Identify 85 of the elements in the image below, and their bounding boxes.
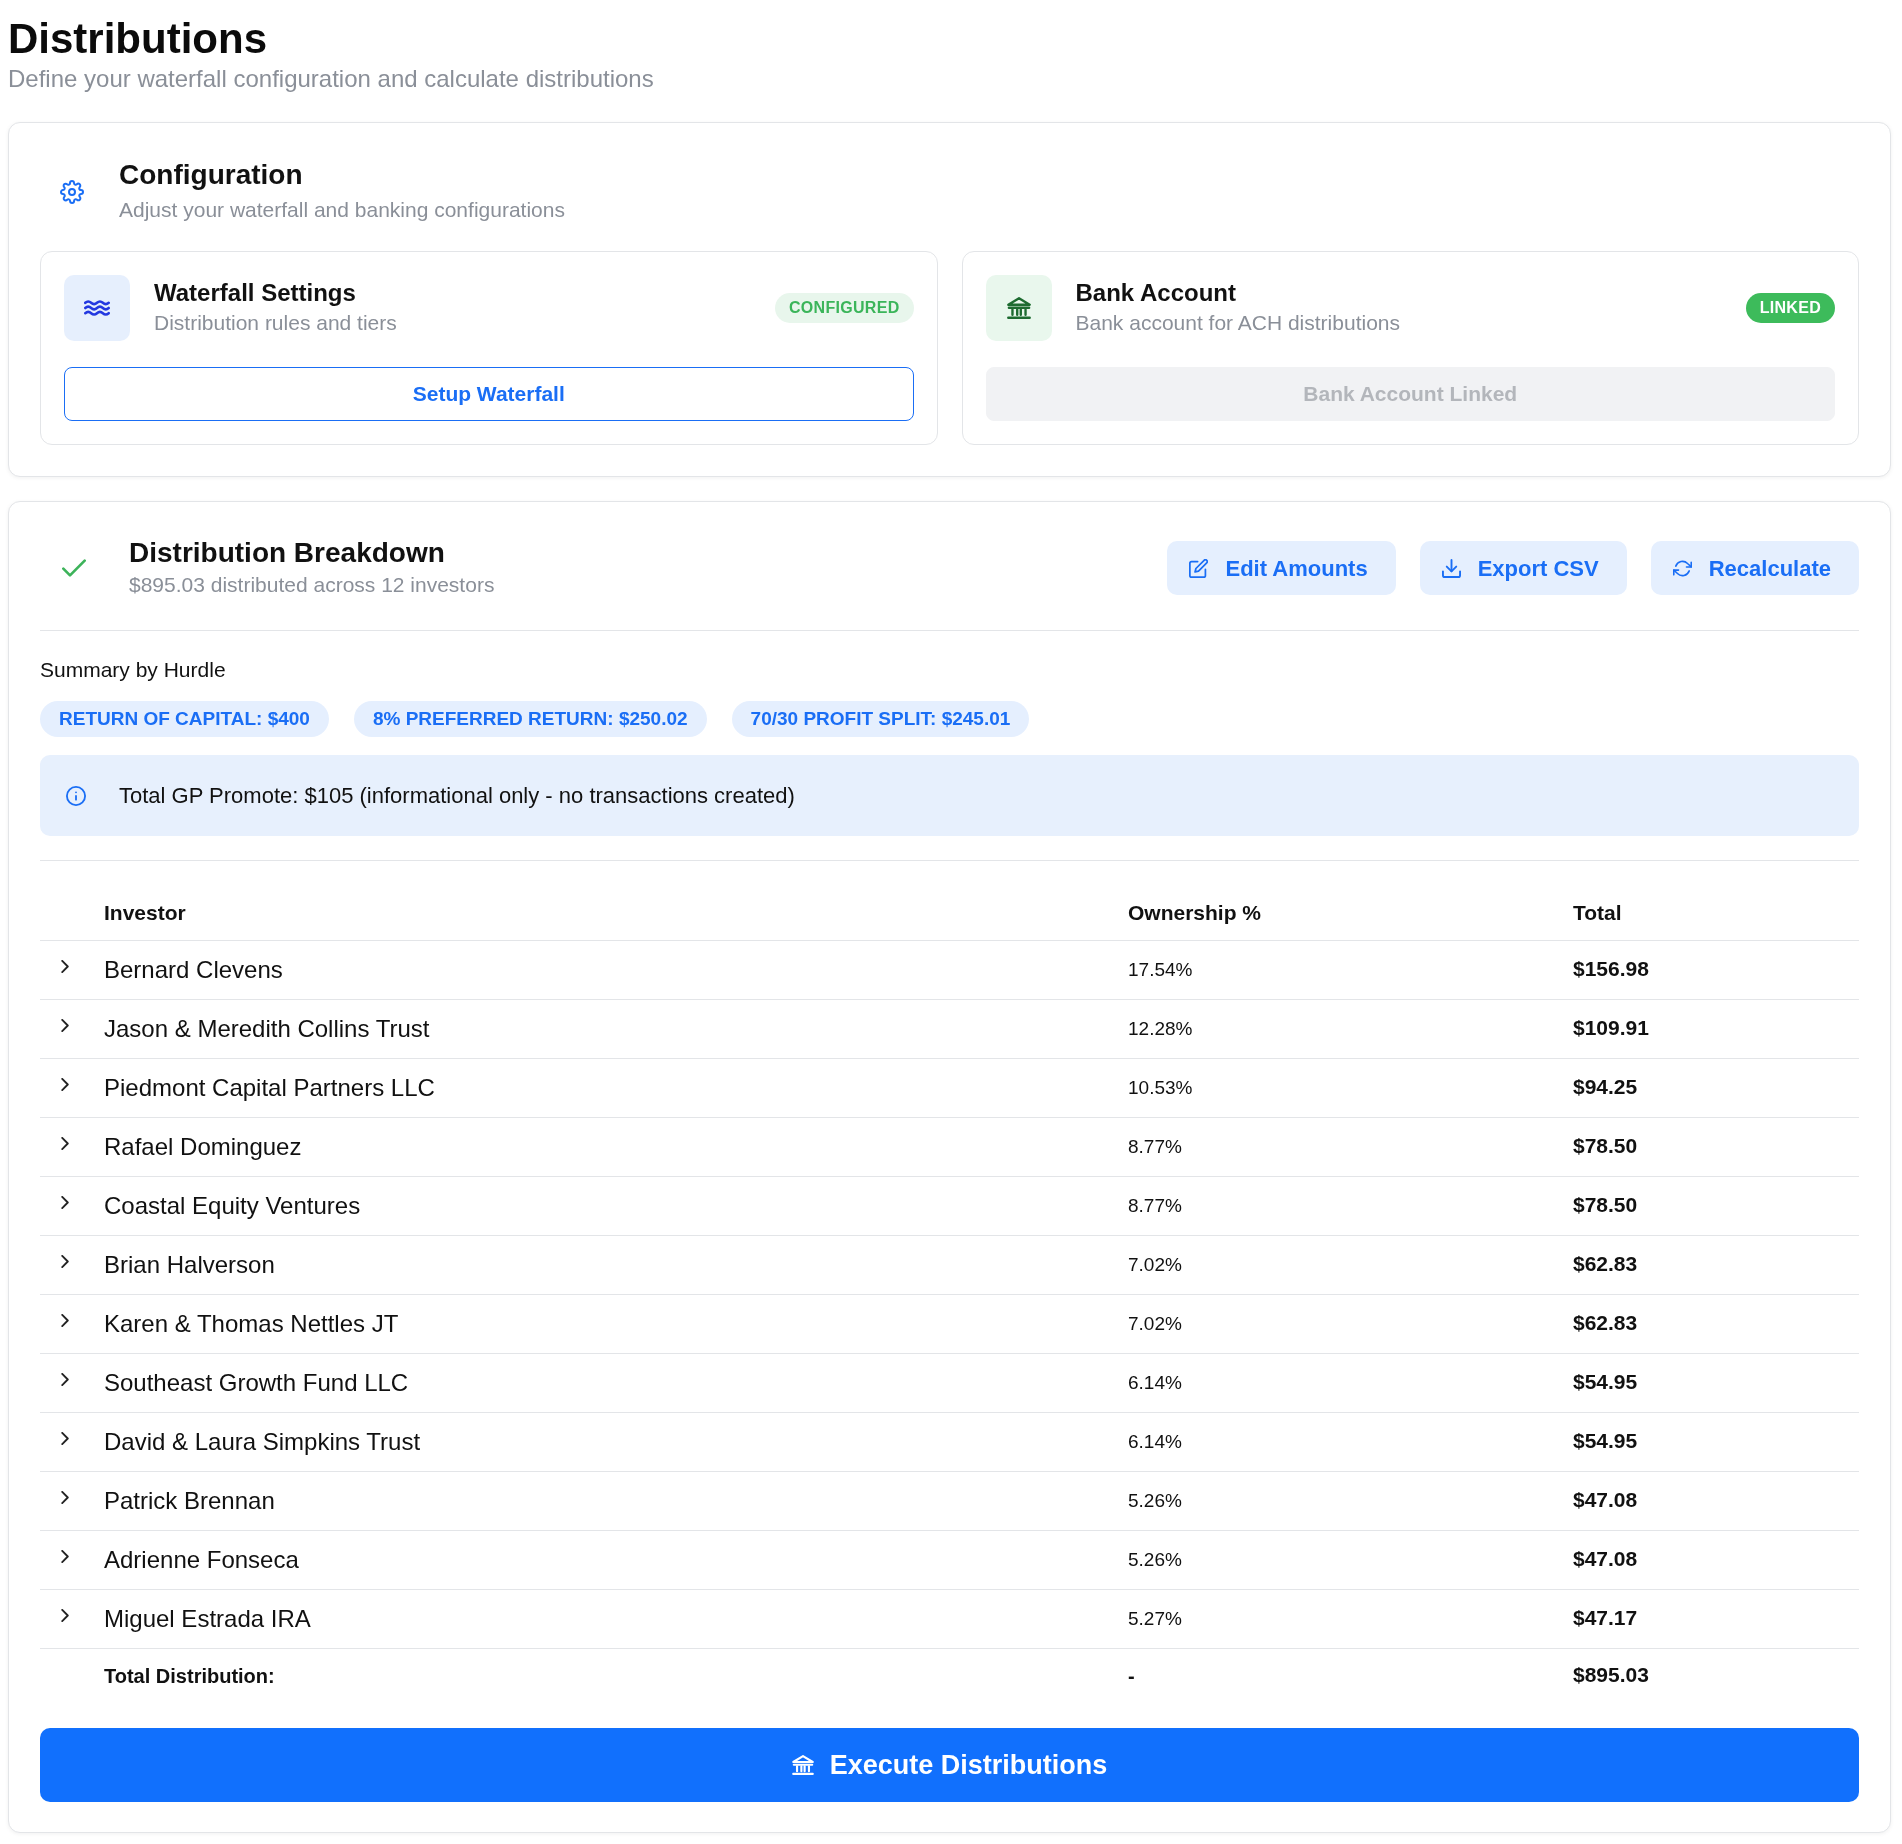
investor-name: Southeast Growth Fund LLC [104,1368,409,1396]
total-amount: $62.83 [1573,1311,1638,1334]
total-amount: $78.50 [1573,1134,1638,1157]
total-amount: $109.91 [1573,1016,1649,1039]
bank-icon [791,1755,814,1775]
investor-name: Miguel Estrada IRA [104,1604,311,1632]
chevron-right-icon[interactable] [61,1491,69,1504]
total-amount: $54.95 [1573,1429,1638,1452]
column-header: Ownership % [1128,901,1262,924]
column-header: Total [1573,901,1622,924]
ownership-percent: 6.14% [1128,1430,1182,1452]
section-title: Distribution Breakdown [129,536,445,570]
hurdle-tag: 70/30 PROFIT SPLIT: $245.01 [731,701,1030,737]
chevron-right-icon[interactable] [61,1609,69,1622]
bank-icon [985,275,1052,341]
panel-subtitle: Bank account for ACH distributions [1075,310,1400,336]
ownership-percent: 5.26% [1128,1548,1182,1570]
notice-text: Total GP Promote: $105 (informational only - no transactions created) [119,781,795,810]
panel-subtitle: Distribution rules and tiers [154,310,397,336]
total-amount: $78.50 [1573,1193,1638,1216]
chevron-right-icon[interactable] [61,1373,69,1386]
chevron-right-icon[interactable] [61,1432,69,1445]
ownership-percent: 7.02% [1128,1253,1182,1275]
status-badge: LINKED [1745,293,1835,323]
investor-name: Adrienne Fonseca [104,1545,299,1573]
ownership-percent: 7.02% [1128,1312,1182,1334]
chevron-right-icon[interactable] [61,1255,69,1268]
ownership-percent: 6.14% [1128,1371,1182,1393]
chevron-right-icon[interactable] [61,1078,69,1091]
panel-title: Waterfall Settings [154,278,356,308]
total-amount: $62.83 [1573,1252,1638,1275]
investor-name: Piedmont Capital Partners LLC [104,1073,435,1101]
edit-amounts-button[interactable]: Edit Amounts [1167,541,1396,595]
ownership-percent: 12.28% [1128,1017,1193,1039]
investor-name: David & Laura Simpkins Trust [104,1427,421,1455]
investor-name: Patrick Brennan [104,1486,275,1514]
investor-name: Coastal Equity Ventures [104,1191,361,1219]
ownership-percent: 8.77% [1128,1135,1182,1157]
ownership-percent: 5.27% [1128,1607,1182,1629]
column-header: Investor [104,901,186,924]
investor-name: Brian Halverson [104,1250,275,1278]
ownership-percent: 17.54% [1128,958,1193,980]
total-amount: $47.08 [1573,1488,1638,1511]
chevron-right-icon[interactable] [61,960,69,973]
total-amount: $94.25 [1573,1075,1638,1098]
chevron-right-icon[interactable] [61,1196,69,1209]
chevron-right-icon[interactable] [61,1019,69,1032]
investor-name: Jason & Meredith Collins Trust [104,1014,430,1042]
section-subtitle: $895.03 distributed across 12 investors [129,572,495,598]
ownership-percent: 8.77% [1128,1194,1182,1216]
hurdle-tag: RETURN OF CAPITAL: $400 [40,701,329,737]
status-badge: CONFIGURED [774,293,914,323]
total-amount: $156.98 [1573,957,1649,980]
investor-name: Rafael Dominguez [104,1132,302,1160]
total-sum: $895.03 [1573,1663,1649,1687]
panel-action-button[interactable]: Setup Waterfall [64,367,914,421]
export-csv-button[interactable]: Export CSV [1419,541,1627,595]
refresh-icon [1672,558,1692,578]
section-title: Configuration [119,158,303,192]
download-icon [1441,558,1461,578]
execute-button[interactable]: Execute Distributions [40,1728,1859,1802]
checkmark-icon [62,559,86,577]
ownership-percent: 10.53% [1128,1076,1193,1098]
info-icon [66,785,86,806]
waves-icon [64,275,130,341]
hurdle-tag: 8% PREFERRED RETURN: $250.02 [353,701,707,737]
investor-name: Bernard Clevens [104,955,283,983]
panel-title: Bank Account [1075,278,1236,308]
total-amount: $54.95 [1573,1370,1638,1393]
chevron-right-icon[interactable] [61,1550,69,1563]
section-subtitle: Adjust your waterfall and banking configurations [119,197,565,223]
chevron-right-icon[interactable] [61,1137,69,1150]
page-subtitle: Define your waterfall configuration and calculate distributions [8,64,654,94]
summary-heading: Summary by Hurdle [40,657,226,683]
ownership-percent: 5.26% [1128,1489,1182,1511]
page-title: Distributions [8,14,267,64]
edit-icon [1189,558,1209,578]
investor-name: Karen & Thomas Nettles JT [104,1309,399,1337]
recalculate-button[interactable]: Recalculate [1650,541,1859,595]
settings-icon [60,179,84,204]
total-amount: $47.08 [1573,1547,1638,1570]
chevron-right-icon[interactable] [61,1314,69,1327]
total-ownership: - [1128,1664,1135,1687]
total-label: Total Distribution: [104,1664,275,1687]
total-amount: $47.17 [1573,1606,1638,1629]
